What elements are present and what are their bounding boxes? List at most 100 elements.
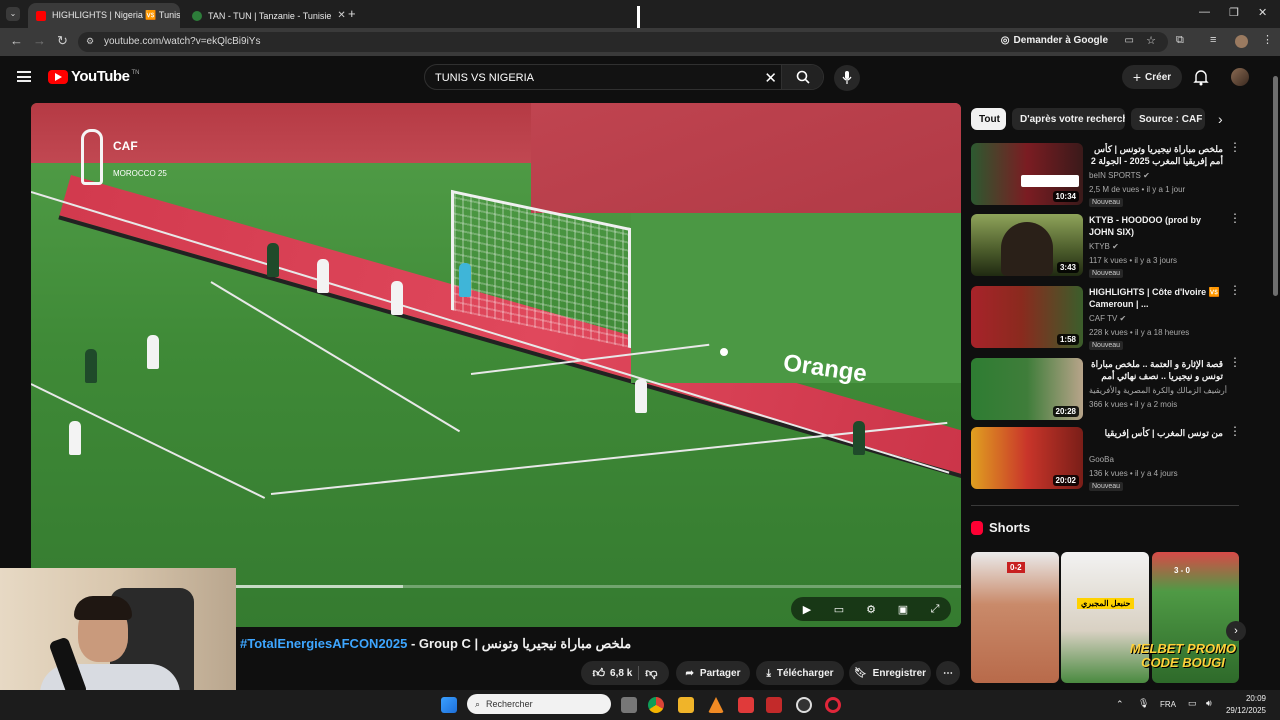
chrome-icon[interactable]	[648, 697, 664, 713]
page-scrollbar[interactable]	[1271, 56, 1280, 690]
chip-all[interactable]: Tout	[971, 108, 1006, 130]
video-thumbnail[interactable]: 1:58	[971, 286, 1083, 348]
channel-name[interactable]: beIN SPORTS ✔	[1089, 171, 1150, 180]
input-language[interactable]: FRA	[1160, 700, 1176, 709]
share-button[interactable]: ➦ Partager	[676, 661, 750, 685]
channel-name[interactable]: أرشيف الزمالك والكرة المصرية والأفريقية	[1089, 386, 1227, 395]
close-tab-icon[interactable]: ✕	[331, 10, 345, 21]
video-thumbnail[interactable]: 3:43	[971, 214, 1083, 276]
short-card[interactable]: 0-2	[971, 552, 1059, 683]
voice-search-button[interactable]	[834, 65, 860, 91]
scrollbar-thumb[interactable]	[1273, 76, 1278, 296]
search-button[interactable]	[781, 65, 823, 89]
video-thumbnail[interactable]: 20:28	[971, 358, 1083, 420]
chip-from-search[interactable]: D'après votre recherche	[1012, 108, 1125, 130]
recommendation-title[interactable]: HIGHLIGHTS | Côte d'Ivoire 🆚 Cameroun | …	[1089, 286, 1223, 310]
clear-search-icon[interactable]: ✕	[764, 69, 777, 87]
obs-icon[interactable]	[796, 697, 812, 713]
tab-tan-tun[interactable]: TAN - TUN | Tanzanie - Tunisie ✕	[184, 3, 346, 28]
search-box[interactable]: TUNIS VS NIGERIA ✕	[424, 64, 824, 90]
cast-icon[interactable]: ▭	[1125, 35, 1134, 46]
app-red-icon[interactable]	[738, 697, 754, 713]
omnibox[interactable]: ⚙ youtube.com/watch?v=ekQlcBi9iYs ◎ Dema…	[78, 32, 1168, 52]
list-item[interactable]: 10:34 ملخص مباراة نيجيريا وتونس | كأس أم…	[971, 141, 1241, 207]
notifications-bell-icon[interactable]	[1193, 68, 1209, 86]
recommendation-title[interactable]: من تونس المغرب | كأس إفريقيا	[1089, 427, 1223, 439]
youtube-logo[interactable]: YouTube TN	[48, 68, 139, 85]
subtitles-icon[interactable]: ▭	[832, 603, 846, 616]
file-explorer-icon[interactable]	[678, 697, 694, 713]
bookmark-star-icon[interactable]: ☆	[1146, 34, 1156, 47]
miniplayer-icon[interactable]: ▣	[896, 603, 910, 616]
tab-highlights[interactable]: HIGHLIGHTS | Nigeria 🆚 Tunisie ✕	[28, 3, 180, 28]
list-item[interactable]: 20:02 من تونس المغرب | كأس إفريقيا GooBa…	[971, 425, 1241, 491]
task-view-icon[interactable]	[621, 697, 637, 713]
chevron-right-icon[interactable]: ›	[1218, 111, 1223, 127]
list-item[interactable]: 3:43 KTYB - HOODOO (prod by JOHN SIX) KT…	[971, 212, 1241, 278]
settings-gear-icon[interactable]: ⚙	[864, 603, 878, 616]
like-count: 6,8 k	[610, 667, 633, 679]
more-options-icon[interactable]: ⋮	[1229, 141, 1241, 153]
thumbs-down-icon[interactable]: 👎︎	[645, 666, 657, 681]
windows-start-icon[interactable]	[441, 697, 457, 713]
video-title-hashtag[interactable]: #TotalEnergiesAFCON2025	[240, 636, 407, 651]
minimize-icon[interactable]: —	[1199, 6, 1210, 18]
browser-menu-icon[interactable]: ⋮	[1262, 33, 1273, 46]
player-figure	[391, 281, 403, 315]
upload-age: il y a 2 mois	[1134, 400, 1178, 409]
channel-name[interactable]: KTYB ✔	[1089, 242, 1119, 251]
chip-source-caf[interactable]: Source : CAF TV	[1131, 108, 1205, 130]
player-figure	[635, 379, 647, 413]
tray-network-icon[interactable]: ▭	[1188, 698, 1197, 709]
video-thumbnail[interactable]: 20:02	[971, 427, 1083, 489]
caf-overlay-brand: CAF	[113, 139, 138, 153]
tray-mic-icon[interactable]: 🎙︎	[1138, 698, 1149, 709]
fullscreen-icon[interactable]: ⤢	[928, 603, 942, 615]
new-tab-icon[interactable]: +	[348, 6, 356, 21]
menu-icon[interactable]	[17, 71, 31, 82]
channel-name[interactable]: CAF TV ✔	[1089, 314, 1126, 323]
more-actions-button[interactable]: ⋯	[936, 661, 960, 685]
account-avatar[interactable]	[1231, 68, 1249, 86]
bookmark-icon: 🔖︎	[853, 667, 867, 679]
shorts-next-arrow-icon[interactable]: ›	[1226, 621, 1246, 641]
create-button[interactable]: + Créer	[1122, 65, 1182, 89]
download-button[interactable]: ⤓ Télécharger	[756, 661, 844, 685]
recommendation-title[interactable]: ملخص مباراة نيجيريا وتونس | كأس أمم إفري…	[1089, 143, 1223, 167]
more-options-icon[interactable]: ⋮	[1229, 212, 1241, 224]
ask-google-button[interactable]: ◎ Demander à Google	[1001, 35, 1108, 46]
tray-overflow-icon[interactable]: ⌃	[1116, 699, 1124, 710]
reading-list-icon[interactable]: ≡	[1210, 34, 1216, 46]
clock[interactable]: 20:09 29/12/2025	[1226, 693, 1266, 717]
taskbar-search[interactable]: ⌕ Rechercher	[467, 694, 611, 714]
recommendation-title[interactable]: قصة الإثارة و العتمة .. ملخص مباراة تونس…	[1089, 358, 1223, 382]
tray-volume-icon[interactable]: 🔊︎	[1206, 698, 1212, 709]
back-icon[interactable]: ←	[10, 33, 23, 48]
profile-avatar-icon[interactable]	[1235, 35, 1248, 48]
mouse-settings-icon[interactable]	[766, 697, 782, 713]
save-button[interactable]: 🔖︎ Enregistrer	[849, 661, 931, 685]
extensions-icon[interactable]: ⧉	[1176, 34, 1184, 47]
more-options-icon[interactable]: ⋮	[1229, 425, 1241, 437]
recommendation-title[interactable]: KTYB - HOODOO (prod by JOHN SIX)	[1089, 214, 1223, 238]
forward-icon[interactable]: →	[33, 33, 46, 48]
maximize-icon[interactable]: ❐	[1229, 6, 1239, 19]
address-toolbar: ← → ↻ ⚙ youtube.com/watch?v=ekQlcBi9iYs …	[0, 28, 1280, 56]
more-options-icon[interactable]: ⋮	[1229, 356, 1241, 368]
video-player[interactable]: Orange CAF MOROCCO 25 ▶ ▭ ⚙ ▣ ⤢	[31, 103, 961, 627]
more-options-icon[interactable]: ⋮	[1229, 284, 1241, 296]
vlc-icon[interactable]	[708, 697, 724, 713]
tab-search-icon[interactable]: ⌄	[6, 7, 20, 21]
list-item[interactable]: 20:28 قصة الإثارة و العتمة .. ملخص مبارا…	[971, 356, 1241, 422]
channel-name[interactable]: GooBa	[1089, 455, 1114, 464]
list-item[interactable]: 1:58 HIGHLIGHTS | Côte d'Ivoire 🆚 Camero…	[971, 284, 1241, 350]
video-thumbnail[interactable]: 10:34	[971, 143, 1083, 205]
like-button[interactable]: 👍︎ 6,8 k	[593, 666, 633, 681]
search-input[interactable]: TUNIS VS NIGERIA	[435, 72, 534, 84]
url-text[interactable]: youtube.com/watch?v=ekQlcBi9iYs	[104, 36, 260, 47]
reload-icon[interactable]: ↻	[57, 33, 68, 49]
opera-icon[interactable]	[825, 697, 841, 713]
close-window-icon[interactable]: ✕	[1258, 6, 1267, 19]
site-info-icon[interactable]: ⚙	[86, 36, 94, 47]
autoplay-toggle-icon[interactable]: ▶	[800, 603, 814, 616]
